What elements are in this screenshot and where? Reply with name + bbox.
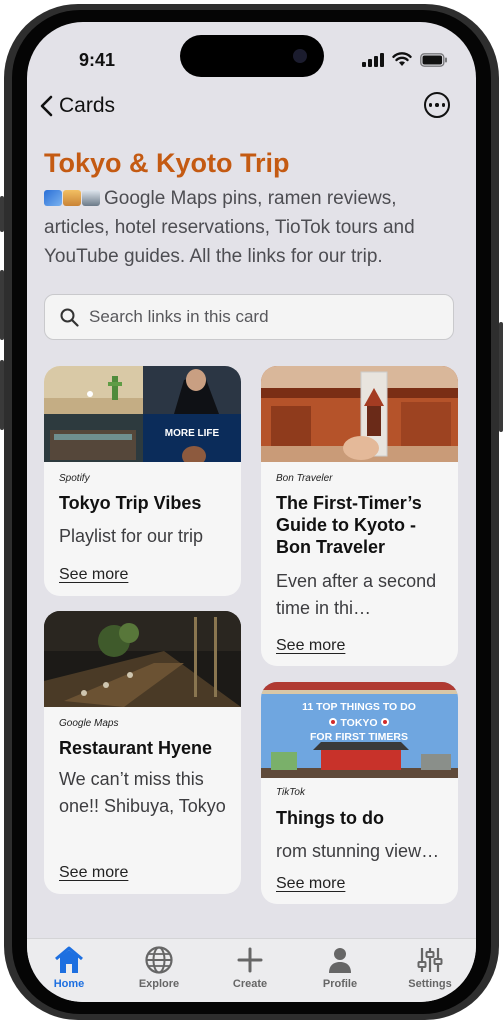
volume-up-button (0, 270, 4, 340)
link-title: Things to do (276, 808, 384, 828)
phone-frame: 9:41 Cards Tokyo & Kyoto Trip Google Map… (0, 0, 503, 1024)
tab-home[interactable]: Home (29, 945, 109, 990)
back-button[interactable]: Cards (39, 94, 115, 118)
link-source: Spotify (59, 473, 90, 484)
battery-icon (420, 52, 447, 67)
volume-down-button (0, 360, 4, 430)
train-emoji-icon (82, 190, 100, 206)
tab-label: Settings (408, 978, 452, 990)
nav-bar: Cards (27, 92, 476, 122)
restaurant-photo (44, 611, 241, 707)
link-title: Restaurant Hyene (59, 738, 213, 758)
see-more-link[interactable]: See more (276, 875, 345, 893)
see-more-link[interactable]: See more (59, 566, 128, 584)
person-icon (329, 948, 351, 973)
tab-label: Home (53, 978, 85, 990)
page-title: Tokyo & Kyoto Trip (44, 148, 290, 178)
ramen-emoji-icon (63, 190, 81, 206)
status-icons (362, 52, 448, 67)
sliders-icon (417, 948, 443, 972)
back-label: Cards (59, 94, 116, 117)
link-source: TikTok (276, 787, 305, 798)
tokyo-video-thumbnail: 11 TOP THINGS TO DO TOKYO FOR FIRST TIME… (261, 682, 458, 778)
link-source: Bon Traveler (276, 473, 333, 484)
search-placeholder: Search links in this card (89, 307, 269, 326)
link-description: Playlist for our trip (59, 526, 204, 546)
plus-icon (237, 947, 263, 973)
kyoto-article-photo (261, 366, 458, 462)
link-source: Google Maps (59, 718, 119, 729)
album-cover-text: MORE LIFE (165, 428, 220, 439)
tab-profile[interactable]: Profile (300, 945, 380, 990)
link-card-spotify[interactable]: MORE LIFE Spotify Tokyo Trip Vibes Playl… (44, 366, 241, 596)
chevron-left-icon (40, 95, 53, 117)
tab-settings[interactable]: Settings (390, 945, 470, 990)
tab-create[interactable]: Create (210, 945, 290, 990)
mute-switch (0, 196, 4, 232)
link-card-bon-traveler[interactable]: Bon Traveler The First-Timer’s Guide to … (261, 366, 458, 666)
link-title: The First-Timer’s Guide to Kyoto - Bon T… (276, 493, 422, 557)
playlist-cover-image: MORE LIFE (44, 366, 241, 462)
status-time: 9:41 (79, 50, 116, 70)
wifi-icon (392, 52, 412, 66)
link-description: We can’t miss this one!! Shibuya, Tokyo (59, 769, 226, 816)
tab-label: Profile (322, 978, 358, 990)
link-card-tiktok[interactable]: 11 TOP THINGS TO DO TOKYO FOR FIRST TIME… (261, 682, 458, 904)
thumbnail-text-line3: FOR FIRST TIMERS (310, 731, 408, 743)
card-description: Google Maps pins, ramen reviews, article… (44, 184, 464, 271)
signal-icon (362, 52, 384, 67)
link-description: rom stunning view… (276, 841, 440, 861)
globe-icon (145, 946, 173, 974)
tab-label: Create (232, 978, 268, 990)
search-input[interactable]: Search links in this card (44, 294, 454, 340)
home-icon (55, 946, 83, 973)
more-options-button[interactable] (424, 92, 450, 118)
see-more-link[interactable]: See more (59, 864, 128, 882)
thumbnail-text-line2: TOKYO (340, 717, 377, 729)
link-title: Tokyo Trip Vibes (59, 493, 202, 513)
tab-bar: Home Explore Create Profile Settings (27, 938, 476, 1002)
power-button (499, 322, 503, 432)
front-camera (293, 49, 307, 63)
dynamic-island (180, 35, 324, 77)
search-icon (60, 308, 79, 327)
runner-emoji-icon (44, 190, 62, 206)
tab-explore[interactable]: Explore (119, 945, 199, 990)
see-more-link[interactable]: See more (276, 637, 345, 655)
link-description: Even after a second time in thi… (276, 571, 437, 618)
link-card-google-maps[interactable]: Google Maps Restaurant Hyene We can’t mi… (44, 611, 241, 894)
tab-label: Explore (138, 978, 180, 990)
thumbnail-text-line1: 11 TOP THINGS TO DO (302, 701, 416, 713)
screen: 9:41 Cards Tokyo & Kyoto Trip Google Map… (27, 22, 476, 1002)
